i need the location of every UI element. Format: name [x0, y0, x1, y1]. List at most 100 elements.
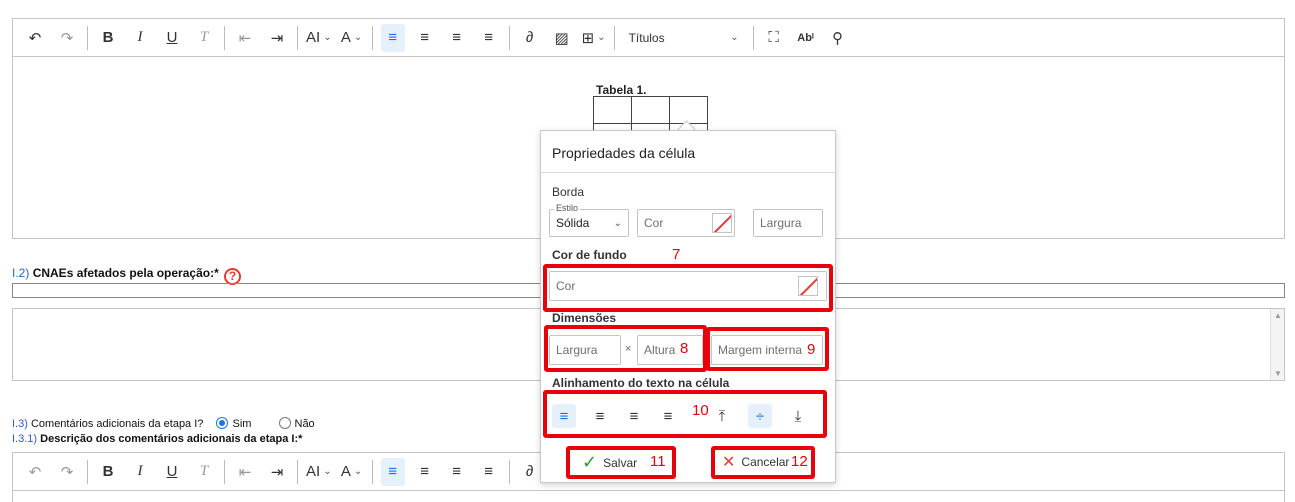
heading-select-value: Títulos: [628, 30, 665, 45]
italic-button[interactable]: I: [128, 24, 152, 52]
font-style-dropdown[interactable]: A ⌄: [340, 458, 364, 486]
table-icon: ⊞: [581, 29, 595, 47]
annotation-number: 10: [692, 402, 709, 419]
indent-button[interactable]: ⇥: [265, 24, 289, 52]
chevron-down-icon: ⌄: [730, 32, 739, 43]
align-left-button[interactable]: ≡: [380, 457, 405, 486]
annotation-box-alignment: [543, 390, 827, 438]
scroll-up-icon[interactable]: ▲: [1274, 311, 1282, 320]
radio-yes[interactable]: [216, 417, 229, 429]
table-cell[interactable]: [631, 96, 670, 124]
border-width-placeholder: Largura: [760, 216, 802, 230]
toolbar-separator: [371, 459, 373, 484]
annotation-number: 8: [680, 340, 689, 357]
toolbar-separator: [224, 459, 225, 484]
chevron-down-icon: ⌄: [323, 466, 332, 477]
question-text: Comentários adicionais da etapa I?: [30, 418, 204, 430]
chevron-down-icon: ⌄: [353, 466, 363, 477]
table-dropdown[interactable]: ⊞ ⌄: [582, 24, 606, 52]
italic-button[interactable]: I: [128, 458, 152, 486]
toolbar-separator: [224, 25, 225, 50]
annotation-number: 12: [791, 453, 808, 470]
clear-format-button[interactable]: T: [192, 458, 216, 486]
chevron-down-icon: ⌄: [613, 217, 622, 229]
link-button[interactable]: ∂: [518, 24, 542, 52]
border-width-input[interactable]: Largura: [753, 209, 823, 237]
popup-title: Propriedades da célula: [541, 131, 835, 173]
fullscreen-button[interactable]: ⛶: [762, 24, 786, 52]
question-cnaes-label: I.2) CNAEs afetados pela operação:* ?: [12, 266, 242, 285]
table-row: [593, 96, 708, 124]
outdent-button[interactable]: ⇤: [233, 24, 257, 52]
underline-button[interactable]: U: [160, 24, 184, 52]
border-style-select[interactable]: Sólida ⌄: [549, 209, 629, 237]
radio-no[interactable]: [278, 417, 291, 429]
link-button[interactable]: ∂: [518, 458, 542, 486]
help-icon[interactable]: ?: [224, 267, 242, 285]
annotation-number: 9: [807, 341, 816, 358]
font-style-dropdown[interactable]: A ⌄: [340, 24, 364, 52]
toolbar-separator: [87, 459, 88, 484]
outdent-button[interactable]: ⇤: [233, 458, 257, 486]
font-size-icon: AI: [306, 463, 321, 480]
question-description-label: I.3.1) Descrição dos comentários adicion…: [12, 433, 302, 445]
chevron-down-icon: ⌄: [597, 32, 606, 43]
toolbar-separator: [613, 25, 615, 50]
image-upload-button[interactable]: ▨: [550, 24, 574, 52]
question-number: I.2): [12, 266, 30, 280]
align-left-button[interactable]: ≡: [380, 23, 405, 52]
toolbar-separator: [508, 459, 510, 484]
table-cell[interactable]: [593, 96, 632, 124]
border-color-placeholder: Cor: [644, 216, 664, 230]
scroll-down-icon[interactable]: ▼: [1274, 369, 1282, 378]
border-style-value: Sólida: [556, 216, 590, 230]
clear-format-button[interactable]: T: [192, 24, 216, 52]
bold-button[interactable]: B: [96, 24, 120, 52]
indent-button[interactable]: ⇥: [265, 458, 289, 486]
text-align-section-label: Alinhamento do texto na célula: [552, 376, 730, 390]
dimensions-section-label: Dimensões: [552, 311, 617, 325]
accessibility-button[interactable]: ⚲: [826, 24, 850, 52]
redo-button[interactable]: ↷: [55, 458, 79, 486]
annotation-box-bg-color: [543, 264, 833, 312]
chevron-down-icon: ⌄: [353, 32, 363, 43]
table-cell[interactable]: [669, 96, 708, 124]
font-size-dropdown[interactable]: AI ⌄: [306, 458, 332, 486]
bold-button[interactable]: B: [96, 458, 120, 486]
scrollbar[interactable]: ▲ ▼: [1270, 309, 1284, 380]
toolbar-separator: [371, 25, 373, 50]
question-text: Descrição dos comentários adicionais da …: [40, 433, 303, 445]
redo-button[interactable]: ↷: [55, 24, 79, 52]
align-center-button[interactable]: ≡: [413, 24, 437, 52]
align-right-button[interactable]: ≡: [445, 458, 469, 486]
undo-button[interactable]: ↶: [23, 24, 47, 52]
toolbar-separator: [508, 25, 510, 50]
toolbar-separator: [87, 25, 88, 50]
heading-select[interactable]: Títulos ⌄: [623, 31, 745, 45]
font-size-dropdown[interactable]: AI ⌄: [306, 24, 332, 52]
border-style-legend: Estilo: [554, 203, 581, 213]
editor-toolbar: ↶ ↷ B I U T ⇤ ⇥ AI ⌄ A ⌄ ≡ ≡ ≡ ≡ ∂ ▨ ⊞ ⌄ Tí…: [13, 19, 1284, 57]
underline-button[interactable]: U: [160, 458, 184, 486]
table-caption: Tabela 1.: [596, 83, 647, 97]
annotation-number: 11: [650, 453, 666, 470]
align-center-button[interactable]: ≡: [413, 458, 437, 486]
spellcheck-button[interactable]: Abᴵ: [794, 24, 818, 52]
font-style-icon: A: [340, 29, 351, 46]
question-text: CNAEs afetados pela operação:*: [32, 266, 219, 280]
border-section-label: Borda: [552, 185, 585, 199]
question-number: I.3.1): [12, 433, 38, 445]
align-justify-button[interactable]: ≡: [477, 458, 501, 486]
toolbar-separator: [297, 25, 298, 50]
align-right-button[interactable]: ≡: [445, 24, 469, 52]
radio-yes-label: Sim: [232, 418, 252, 430]
border-color-swatch-icon[interactable]: [712, 213, 732, 233]
undo-button[interactable]: ↶: [23, 458, 47, 486]
question-number: I.3): [12, 418, 28, 430]
toolbar-separator: [297, 459, 298, 484]
chevron-down-icon: ⌄: [323, 32, 332, 43]
align-justify-button[interactable]: ≡: [477, 24, 501, 52]
bg-color-section-label: Cor de fundo: [552, 248, 627, 262]
annotation-number: 7: [672, 246, 681, 263]
toolbar-separator: [752, 25, 754, 50]
